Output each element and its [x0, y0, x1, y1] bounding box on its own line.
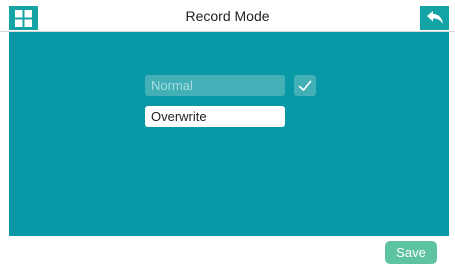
record-mode-screen: Record Mode Normal Overwrite Save — [0, 0, 455, 264]
back-arrow-icon — [426, 11, 443, 24]
selected-check[interactable] — [294, 75, 316, 96]
back-button[interactable] — [420, 6, 449, 30]
mode-options-panel: Normal Overwrite — [9, 32, 449, 236]
save-button[interactable]: Save — [385, 241, 437, 264]
home-button[interactable] — [9, 6, 38, 30]
option-normal[interactable]: Normal — [145, 75, 285, 96]
option-overwrite[interactable]: Overwrite — [145, 106, 285, 127]
grid-icon — [15, 9, 32, 27]
page-title: Record Mode — [185, 8, 270, 24]
checkmark-icon — [298, 80, 312, 91]
header-bar: Record Mode — [0, 0, 455, 32]
